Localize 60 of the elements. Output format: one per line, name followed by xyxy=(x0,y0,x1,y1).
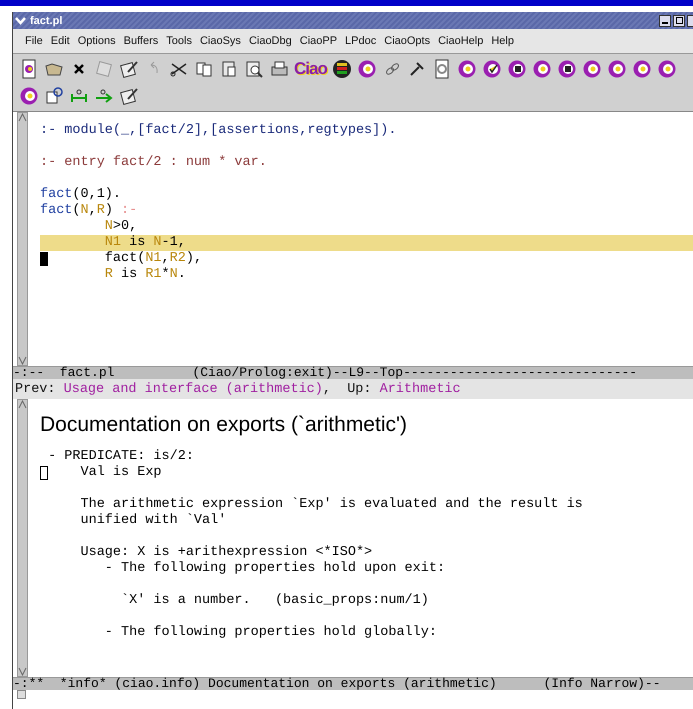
minimize-button[interactable] xyxy=(659,14,671,26)
scroll-up-icon[interactable] xyxy=(18,113,27,122)
c-logo-icon[interactable] xyxy=(19,86,39,106)
maximize-icon xyxy=(676,17,682,24)
menu-item[interactable]: Options xyxy=(74,35,120,47)
code-line: R is R1*N. xyxy=(104,267,187,283)
code-line: :- entry fact/2 : num * var. xyxy=(40,155,268,171)
menu-item[interactable]: File xyxy=(21,35,47,47)
grip-icon xyxy=(17,690,26,699)
code-line: fact(0,1). xyxy=(40,187,122,203)
c-logo-icon[interactable] xyxy=(356,59,377,79)
section-heading: Documentation on exports (`arithmetic') xyxy=(40,413,408,437)
up-label: Up: xyxy=(347,382,372,396)
menu-item[interactable]: Tools xyxy=(162,35,196,47)
scroll-down-icon[interactable] xyxy=(18,667,27,676)
doc-line: - The following properties hold upon exit: xyxy=(104,561,446,577)
toolbar-logo[interactable]: Ciao xyxy=(294,59,327,79)
c-logo-icon[interactable] xyxy=(482,59,502,79)
up-link[interactable]: Arithmetic xyxy=(380,382,461,396)
code-line: fact(N,R) :- xyxy=(40,203,138,219)
c-logo-icon[interactable] xyxy=(656,59,677,79)
code-line: N>0, xyxy=(104,219,138,235)
c-logo-icon[interactable] xyxy=(532,59,552,79)
menu-item[interactable]: Buffers xyxy=(120,35,162,47)
menu-item[interactable]: LPdoc xyxy=(341,35,380,47)
doc-line: - The following properties hold globally: xyxy=(104,625,438,641)
doc-line: - PREDICATE: is/2: xyxy=(47,449,195,465)
c-logo-icon[interactable] xyxy=(556,59,577,79)
close-button[interactable] xyxy=(687,14,693,26)
prev-link[interactable]: Usage and interface (arithmetic) xyxy=(64,382,323,396)
doc-line: unified with `Val' xyxy=(80,513,228,529)
stack-icon[interactable] xyxy=(332,59,352,79)
c-logo-icon[interactable] xyxy=(606,59,627,79)
menu-item[interactable]: Help xyxy=(487,35,518,47)
c-logo-icon[interactable] xyxy=(506,59,527,79)
doc-line: Usage: X is +arithexpression <*ISO*> xyxy=(80,545,374,561)
c-logo-icon[interactable] xyxy=(456,59,477,79)
scroll-up-icon[interactable] xyxy=(18,400,27,409)
code-line: :- module(_,[fact/2],[assertions,regtypes]). xyxy=(40,123,398,139)
doc-line: `X' is a number. (basic_props:num/1) xyxy=(120,593,430,609)
menu-item[interactable]: CiaoDbg xyxy=(244,35,296,47)
c-logo-icon[interactable] xyxy=(632,59,652,79)
menu-item[interactable]: CiaoOpts xyxy=(380,35,434,47)
separator: , xyxy=(322,382,331,396)
code-line: fact(N1,R2), xyxy=(40,251,693,267)
menu-item[interactable]: CiaoSys xyxy=(196,35,245,47)
menu-item[interactable]: CiaoPP xyxy=(296,35,342,47)
menu-item[interactable]: Edit xyxy=(46,35,74,47)
maximize-button[interactable] xyxy=(673,14,685,26)
prev-label: Prev: xyxy=(15,382,56,396)
window-title: fact.pl xyxy=(30,14,62,26)
chevron-icon[interactable] xyxy=(15,15,26,26)
scroll-down-icon[interactable] xyxy=(18,356,27,365)
doc-line: Val is Exp xyxy=(40,465,693,481)
c-logo-icon[interactable] xyxy=(582,59,602,79)
doc-line: The arithmetic expression `Exp' is evaluated and the result is xyxy=(80,497,584,513)
search-icon[interactable] xyxy=(244,59,264,79)
menu-item[interactable]: CiaoHelp xyxy=(434,35,488,47)
scrollbar[interactable] xyxy=(17,399,28,677)
scrollbar[interactable] xyxy=(17,112,28,366)
